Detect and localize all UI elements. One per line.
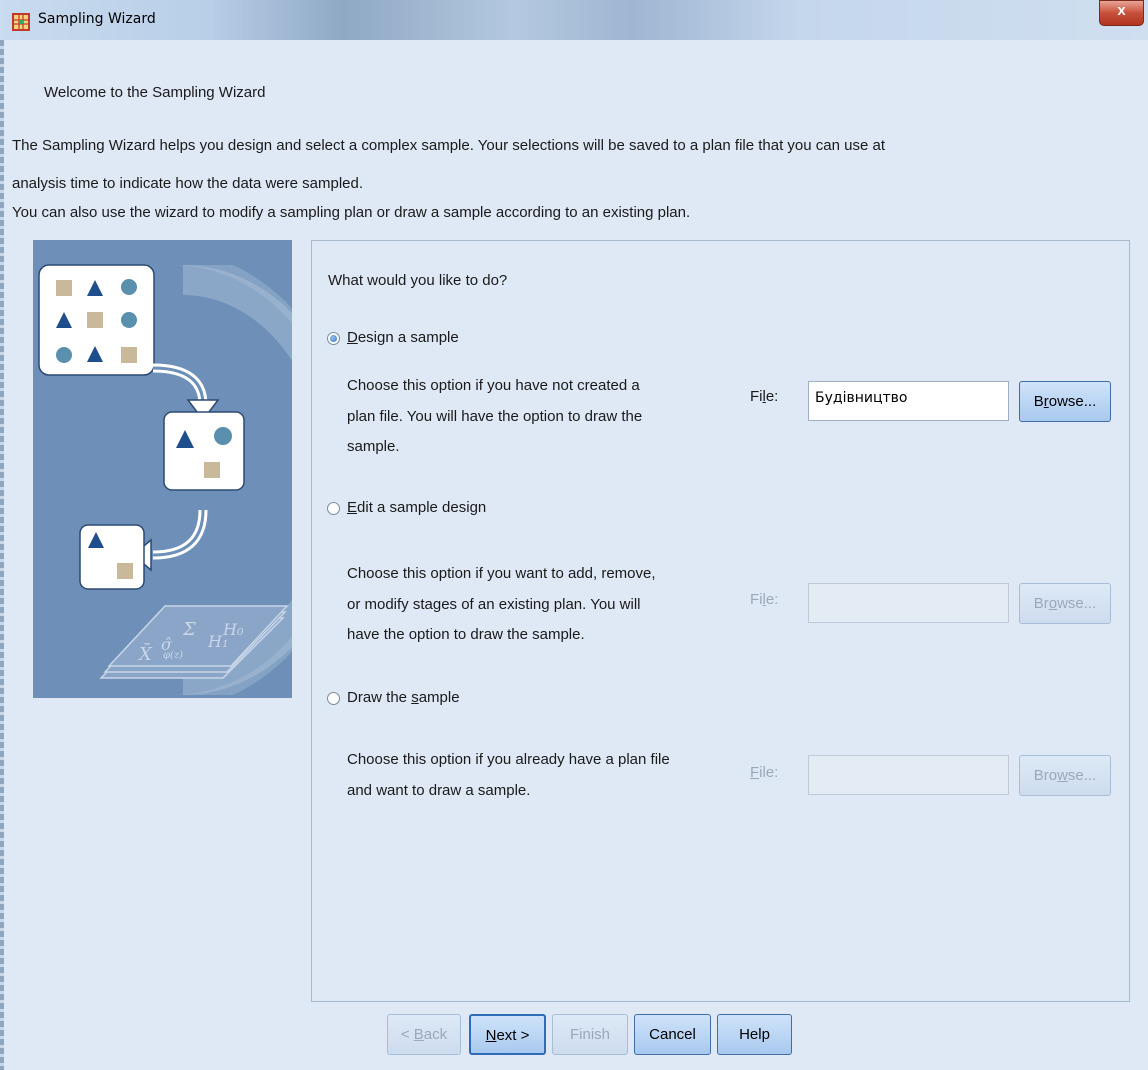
design-file-label: File: xyxy=(750,388,779,405)
intro-line-3: You can also use the wizard to modify a … xyxy=(12,204,691,221)
radio-edit-design[interactable] xyxy=(327,502,340,515)
option-edit-design-desc-1: Choose this option if you want to add, r… xyxy=(347,565,656,582)
window-title: Sampling Wizard xyxy=(38,11,156,27)
close-button[interactable]: x xyxy=(1099,0,1144,26)
spss-app-icon xyxy=(12,13,30,31)
option-edit-design-label[interactable]: Edit a sample design xyxy=(347,499,486,516)
finish-button[interactable]: Finish xyxy=(552,1014,628,1055)
option-design-sample-desc-3: sample. xyxy=(347,438,400,455)
radio-design-sample[interactable] xyxy=(327,332,340,345)
svg-text:H₁: H₁ xyxy=(207,632,228,651)
option-edit-design-desc-3: have the option to draw the sample. xyxy=(347,626,585,643)
option-draw-sample-label[interactable]: Draw the sample xyxy=(347,689,460,706)
cancel-button[interactable]: Cancel xyxy=(634,1014,711,1055)
svg-text:X̄: X̄ xyxy=(137,642,153,665)
edit-file-label: File: xyxy=(750,591,779,608)
draw-file-input[interactable] xyxy=(808,755,1009,795)
option-draw-sample-desc-1: Choose this option if you already have a… xyxy=(347,751,670,768)
svg-text:Σ: Σ xyxy=(182,619,196,640)
design-file-input[interactable]: Будівництво xyxy=(808,381,1009,421)
draw-file-label: File: xyxy=(750,764,779,781)
question-label: What would you like to do? xyxy=(328,272,508,289)
option-draw-sample-desc-2: and want to draw a sample. xyxy=(347,782,531,799)
option-edit-design-desc-2: or modify stages of an existing plan. Yo… xyxy=(347,596,641,613)
back-button[interactable]: < Back xyxy=(387,1014,461,1055)
draw-browse-button[interactable]: Browse... xyxy=(1019,755,1111,796)
intro-line-2: analysis time to indicate how the data w… xyxy=(12,175,364,192)
intro-line-1: The Sampling Wizard helps you design and… xyxy=(12,137,885,154)
option-design-sample-desc-2: plan file. You will have the option to d… xyxy=(347,408,643,425)
svg-text:φ(z): φ(z) xyxy=(163,650,183,661)
edit-browse-button[interactable]: Browse... xyxy=(1019,583,1111,624)
title-bar: Sampling Wizard x xyxy=(0,0,1148,40)
page-title: Welcome to the Sampling Wizard xyxy=(44,84,266,101)
radio-draw-sample[interactable] xyxy=(327,692,340,705)
option-design-sample-label[interactable]: Design a sample xyxy=(347,329,459,346)
wizard-illustration: Σ H₀ σ̂ H₁ X̄ φ(z) xyxy=(33,240,292,698)
option-design-sample-desc-1: Choose this option if you have not creat… xyxy=(347,377,640,394)
help-button[interactable]: Help xyxy=(717,1014,792,1055)
design-browse-button[interactable]: Browse... xyxy=(1019,381,1111,422)
edit-file-input[interactable] xyxy=(808,583,1009,623)
window-edge xyxy=(0,40,4,1070)
next-button[interactable]: Next > xyxy=(469,1014,546,1055)
